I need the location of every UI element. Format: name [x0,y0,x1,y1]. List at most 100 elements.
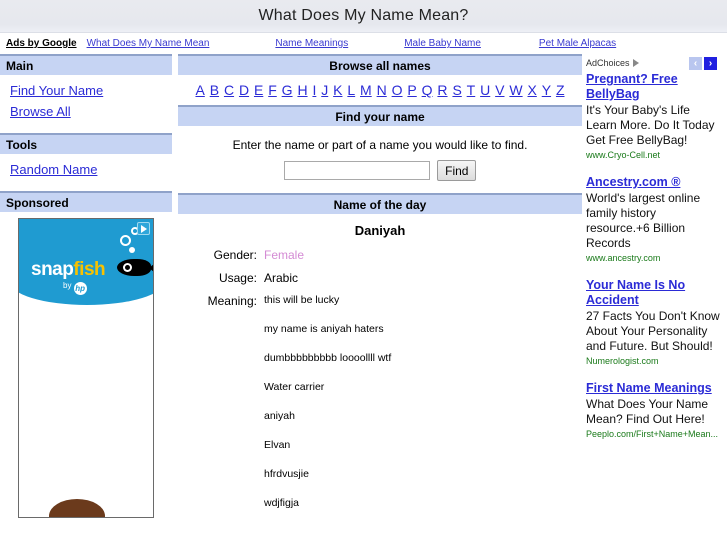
alphabet-link-j[interactable]: J [321,82,328,98]
alphabet-link-z[interactable]: Z [556,82,565,98]
sidebar-item-browse-all[interactable]: Browse All [10,104,172,119]
field-row-usage: Usage: Arabic [178,271,582,285]
ad-item: Pregnant? Free BellyBag It's Your Baby's… [586,72,721,162]
alphabet-link-n[interactable]: N [377,82,387,98]
snapfish-banner-ad[interactable]: snapfish by hp [18,218,154,518]
meaning-item: dumbbbbbbbbb loooollll wtf [264,352,392,364]
usage-label: Usage: [218,271,257,285]
name-of-the-day-value: Daniyah [354,223,406,238]
ad-url-text: Numerologist.com [586,356,659,366]
browse-all-names-heading: Browse all names [178,54,582,75]
alphabet-link-b[interactable]: B [210,82,219,98]
find-prompt-text: Enter the name or part of a name you wou… [232,138,528,152]
meaning-item: this will be lucky [264,294,340,306]
ad-carousel-arrows: ‹ › [689,56,721,70]
ads-by-google-strip: Ads by Google What Does My Name Mean Nam… [0,33,727,54]
sidebar-heading-sponsored: Sponsored [0,191,172,212]
adchoices-label[interactable]: AdChoices [586,58,630,68]
ad-body-text: It's Your Baby's Life Learn More. Do It … [586,103,715,147]
search-input[interactable] [283,161,430,180]
adstrip-link-1[interactable]: Name Meanings [275,38,348,49]
right-ad-sidebar: AdChoices ‹ › Pregnant? Free BellyBag It… [582,54,721,454]
person-head-image [49,499,105,517]
meaning-label: Meaning: [207,294,257,308]
ad-item: First Name Meanings What Does Your Name … [586,381,721,441]
alphabet-link-a[interactable]: A [195,82,204,98]
name-of-the-day-heading: Name of the day [178,193,582,214]
ad-body-text: 27 Facts You Don't Know About Your Perso… [586,309,720,353]
sidebar-heading-main: Main [0,54,172,75]
field-row-meaning: Meaning: this will be lucky my name is a… [178,294,582,526]
find-your-name-heading: Find your name [178,105,582,126]
alphabet-link-e[interactable]: E [254,82,263,98]
prev-arrow-icon[interactable]: ‹ [689,56,702,70]
ad-title-link[interactable]: Your Name Is No Accident [586,278,721,308]
gender-value: Female [264,248,305,262]
adstrip-link-2[interactable]: Male Baby Name [404,38,481,49]
sidebar-item-find-your-name[interactable]: Find Your Name [10,83,172,98]
gender-label: Gender: [213,248,257,262]
alphabet-link-u[interactable]: U [480,82,490,98]
sidebar-heading-tools: Tools [0,133,172,154]
alphabet-link-r[interactable]: R [437,82,447,98]
find-form-row: Find [178,160,582,193]
ad-url-text: www.ancestry.com [586,253,661,263]
snapfish-logo-part2: fish [73,259,106,280]
snapfish-byline-text: by [63,281,72,290]
ad-body-text: World's largest online family history re… [586,191,701,250]
alphabet-link-m[interactable]: M [360,82,372,98]
ad-title-link[interactable]: Pregnant? Free BellyBag [586,72,721,102]
ad-title-link[interactable]: First Name Meanings [586,381,721,396]
fish-eye-icon [123,263,132,272]
left-sidebar: Main Find Your Name Browse All Tools Ran… [0,54,172,518]
play-triangle-icon [140,224,147,233]
adchoices-row: AdChoices ‹ › [586,54,721,72]
main-content: Browse all names A B C D E F G H I J K L… [172,54,582,535]
ad-url-text: www.Cryo-Cell.net [586,150,661,160]
meaning-values-list: this will be lucky my name is aniyah hat… [264,294,391,526]
alphabet-link-k[interactable]: K [333,82,342,98]
alphabet-link-y[interactable]: Y [542,82,551,98]
alphabet-link-g[interactable]: G [282,82,293,98]
meaning-item: aniyah [264,410,295,422]
adchoices-icon[interactable] [137,222,150,235]
adstrip-link-3[interactable]: Pet Male Alpacas [539,38,616,49]
alphabet-link-p[interactable]: P [407,82,416,98]
meaning-item: Water carrier [264,381,325,393]
alphabet-link-s[interactable]: S [452,82,461,98]
alphabet-link-x[interactable]: X [527,82,536,98]
ads-by-google-label: Ads by Google [6,38,77,49]
meaning-item: wdjfigja [264,497,300,509]
alphabet-link-t[interactable]: T [467,82,476,98]
alphabet-link-q[interactable]: Q [422,82,433,98]
snapfish-byline: by hp [63,281,87,295]
ad-item: Ancestry.com ® World's largest online fa… [586,175,721,265]
ad-title-link[interactable]: Ancestry.com ® [586,175,721,190]
meaning-item: hfrdvusjie [264,468,309,480]
alphabet-link-h[interactable]: H [297,82,307,98]
sidebar-item-random-name[interactable]: Random Name [10,162,172,177]
alphabet-link-v[interactable]: V [495,82,504,98]
sidebar-sponsored-area: snapfish by hp [0,212,172,518]
alphabet-link-l[interactable]: L [347,82,355,98]
alphabet-link-f[interactable]: F [268,82,277,98]
adstrip-link-0[interactable]: What Does My Name Mean [87,38,210,49]
alphabet-link-i[interactable]: I [312,82,316,98]
alphabet-link-w[interactable]: W [509,82,522,98]
ad-url-text: Peeplо.com/First+Name+Mean... [586,429,719,439]
snapfish-logo-text: snapfish [31,259,106,281]
find-button[interactable]: Find [437,160,477,181]
usage-value: Arabic [264,271,299,285]
next-arrow-icon[interactable]: › [704,56,717,70]
meaning-item: Elvan [264,439,291,451]
page-title: What Does My Name Mean? [258,7,469,24]
alphabet-link-o[interactable]: O [392,82,403,98]
alphabet-link-c[interactable]: C [224,82,234,98]
alphabet-link-d[interactable]: D [239,82,249,98]
page-columns: Main Find Your Name Browse All Tools Ran… [0,54,727,545]
sidebar-group-main: Find Your Name Browse All [0,75,172,133]
bubble-icon [120,235,131,246]
sidebar-group-tools: Random Name [0,154,172,191]
adchoices-icon[interactable] [632,59,639,67]
meaning-item: my name is aniyah haters [264,323,384,335]
